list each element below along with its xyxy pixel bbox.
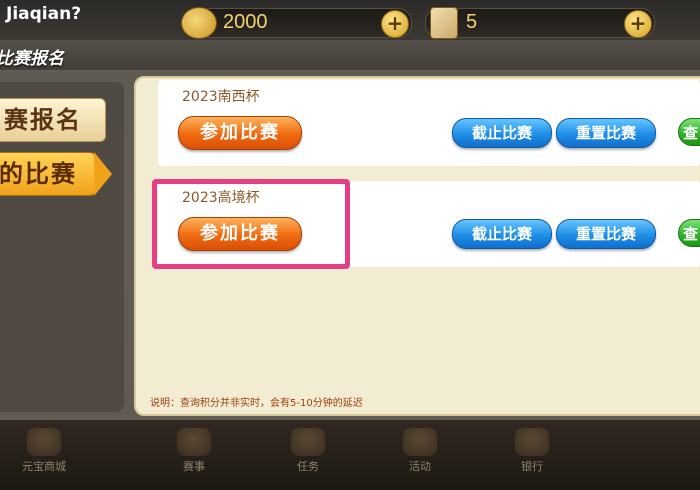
close-match-button[interactable]: 截止比赛 (452, 118, 552, 148)
gold-counter: 2000 + (181, 7, 412, 39)
gold-value: 2000 (223, 11, 268, 33)
tab-match-registration[interactable]: 赛报名 (0, 98, 106, 142)
highlight-box (152, 179, 350, 269)
reset-match-button[interactable]: 重置比赛 (556, 219, 656, 249)
active-tab-arrow-icon (94, 152, 112, 196)
view-match-button[interactable]: 查 (678, 219, 700, 247)
match-name: 2023南西杯 (182, 89, 260, 105)
panel-title: 比赛报名 (0, 49, 64, 69)
gold-ingot-icon (181, 7, 217, 39)
add-ticket-button[interactable]: + (624, 10, 652, 38)
nav-dim-overlay (0, 420, 700, 490)
ticket-icon (430, 7, 458, 39)
tab-my-matches[interactable]: 的比赛 (0, 152, 96, 196)
reset-match-button[interactable]: 重置比赛 (556, 118, 656, 148)
ticket-value: 5 (466, 11, 478, 33)
close-match-button[interactable]: 截止比赛 (452, 219, 552, 249)
panel-header (0, 40, 700, 72)
ticket-counter: 5 + (425, 7, 655, 39)
delay-note: 说明：查询积分并非实时，会有5-10分钟的延迟 (150, 398, 363, 409)
join-match-button[interactable]: 参加比赛 (178, 116, 302, 150)
match-row: 2023南西杯 参加比赛 截止比赛 重置比赛 查 (158, 80, 700, 166)
add-gold-button[interactable]: + (381, 10, 409, 38)
top-bar: Jiaqian? 2000 + 5 + (0, 0, 700, 42)
view-match-button[interactable]: 查 (678, 118, 700, 146)
player-name: Jiaqian? (6, 4, 82, 24)
